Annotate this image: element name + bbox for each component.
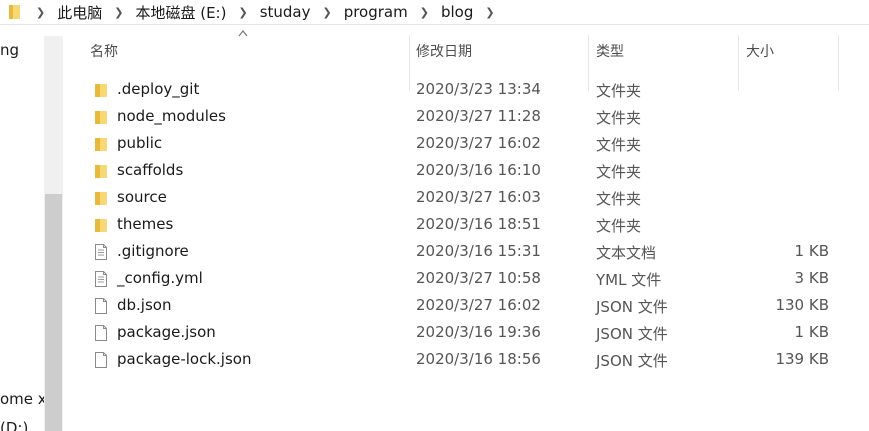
navigation-pane[interactable]: ng ome x (D:) — [0, 25, 44, 431]
folder-icon — [93, 108, 109, 126]
file-type: 文件夹 — [596, 109, 642, 127]
breadcrumb-program[interactable]: program — [344, 0, 408, 24]
breadcrumb-blog[interactable]: blog — [441, 0, 473, 24]
sort-ascending-icon — [238, 30, 248, 37]
file-name: .deploy_git — [117, 80, 200, 98]
navigation-scrollbar[interactable] — [44, 36, 63, 431]
file-size: 1 KB — [794, 323, 829, 341]
address-bar[interactable]: ❯ 此电脑 ❯ 本地磁盘 (E:) ❯ studay ❯ program ❯ b… — [0, 0, 869, 25]
chevron-right-icon[interactable]: ❯ — [22, 6, 57, 19]
file-date: 2020/3/16 15:31 — [416, 242, 541, 260]
folder-icon — [93, 189, 109, 207]
file-row[interactable]: scaffolds 2020/3/16 16:10 文件夹 — [64, 158, 869, 185]
file-row[interactable]: package-lock.json 2020/3/16 18:56 JSON 文件 1… — [64, 347, 869, 374]
file-date: 2020/3/27 16:02 — [416, 296, 541, 314]
file-icon — [93, 324, 109, 342]
column-header-size[interactable]: 大小 — [746, 25, 774, 77]
file-name: source — [117, 188, 167, 206]
chevron-right-icon[interactable]: ❯ — [310, 6, 343, 19]
file-type: 文件夹 — [596, 217, 642, 235]
file-size: 139 KB — [775, 350, 829, 368]
folder-icon — [93, 162, 109, 180]
file-row[interactable]: node_modules 2020/3/27 11:28 文件夹 — [64, 104, 869, 131]
nav-item-fragment[interactable]: ng — [0, 41, 19, 59]
file-type: 文件夹 — [596, 190, 642, 208]
column-header: 名称 修改日期 类型 大小 — [64, 25, 869, 91]
file-name: db.json — [117, 296, 172, 314]
file-type: YML 文件 — [596, 271, 662, 289]
column-header-type[interactable]: 类型 — [596, 25, 624, 77]
file-name: node_modules — [117, 107, 226, 125]
breadcrumb-local-disk[interactable]: 本地磁盘 (E:) — [135, 0, 226, 24]
nav-item-fragment[interactable]: (D:) — [0, 419, 28, 431]
file-icon — [93, 351, 109, 369]
file-name: _config.yml — [117, 269, 203, 287]
file-row[interactable]: .gitignore 2020/3/16 15:31 文本文档 1 KB — [64, 239, 869, 266]
folder-icon — [93, 216, 109, 234]
file-date: 2020/3/27 10:58 — [416, 269, 541, 287]
file-row[interactable]: public 2020/3/27 16:02 文件夹 — [64, 131, 869, 158]
file-size: 1 KB — [794, 242, 829, 260]
text-file-icon — [93, 243, 109, 261]
breadcrumb-this-pc[interactable]: 此电脑 — [57, 0, 102, 24]
file-type: 文件夹 — [596, 136, 642, 154]
file-name: package.json — [117, 323, 216, 341]
file-name: package-lock.json — [117, 350, 252, 368]
breadcrumb-studay[interactable]: studay — [260, 0, 311, 24]
file-size: 130 KB — [775, 296, 829, 314]
file-date: 2020/3/16 19:36 — [416, 323, 541, 341]
chevron-right-icon[interactable]: ❯ — [226, 6, 259, 19]
file-type: JSON 文件 — [596, 352, 668, 370]
file-date: 2020/3/16 18:51 — [416, 215, 541, 233]
folder-icon — [8, 4, 22, 20]
file-name: scaffolds — [117, 161, 184, 179]
column-header-name[interactable]: 名称 — [90, 25, 118, 77]
file-date: 2020/3/16 18:56 — [416, 350, 541, 368]
file-name: public — [117, 134, 163, 152]
file-date: 2020/3/23 13:34 — [416, 80, 541, 98]
file-row[interactable]: source 2020/3/27 16:03 文件夹 — [64, 185, 869, 212]
file-row[interactable]: package.json 2020/3/16 19:36 JSON 文件 1 KB — [64, 320, 869, 347]
chevron-right-icon[interactable]: ❯ — [408, 6, 441, 19]
file-row[interactable]: themes 2020/3/16 18:51 文件夹 — [64, 212, 869, 239]
text-file-icon — [93, 270, 109, 288]
column-header-date[interactable]: 修改日期 — [416, 25, 472, 77]
file-type: 文件夹 — [596, 82, 642, 100]
scrollbar-thumb[interactable] — [45, 194, 62, 431]
file-type: JSON 文件 — [596, 298, 668, 316]
file-name: .gitignore — [117, 242, 189, 260]
file-type: JSON 文件 — [596, 325, 668, 343]
chevron-right-icon[interactable]: ❯ — [102, 6, 135, 19]
file-date: 2020/3/27 16:02 — [416, 134, 541, 152]
file-date: 2020/3/16 16:10 — [416, 161, 541, 179]
file-row[interactable]: .deploy_git 2020/3/23 13:34 文件夹 — [64, 77, 869, 104]
file-name: themes — [117, 215, 174, 233]
folder-icon — [93, 81, 109, 99]
file-icon — [93, 297, 109, 315]
folder-icon — [93, 135, 109, 153]
file-row[interactable]: db.json 2020/3/27 16:02 JSON 文件 130 KB — [64, 293, 869, 320]
file-date: 2020/3/27 11:28 — [416, 107, 541, 125]
file-size: 3 KB — [794, 269, 829, 287]
nav-item-fragment[interactable]: ome x — [0, 390, 44, 408]
file-row[interactable]: _config.yml 2020/3/27 10:58 YML 文件 3 KB — [64, 266, 869, 293]
file-date: 2020/3/27 16:03 — [416, 188, 541, 206]
file-type: 文本文档 — [596, 244, 657, 262]
file-type: 文件夹 — [596, 163, 642, 181]
chevron-right-icon[interactable]: ❯ — [473, 6, 506, 19]
